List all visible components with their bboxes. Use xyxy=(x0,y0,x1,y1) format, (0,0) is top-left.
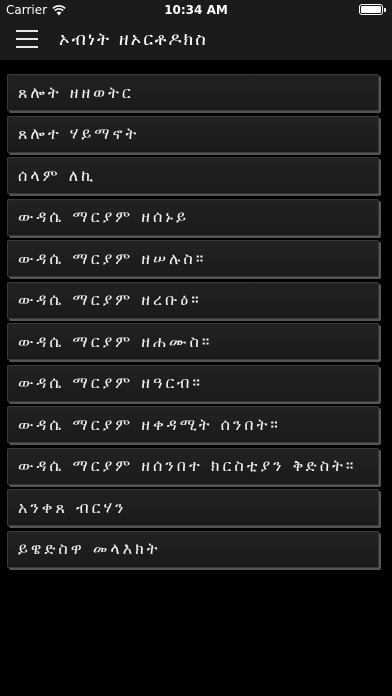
nav-bar: ኦብነት ዘኦርቶዶክስ xyxy=(0,20,392,60)
status-time: 10:34 AM xyxy=(164,3,228,17)
battery-icon xyxy=(359,4,383,15)
list-item[interactable]: ጸሎተ ሃይማኖት xyxy=(7,115,379,153)
list-item[interactable]: ውዳሴ ማርያም ዘሰንበተ ክርስቲያን ቅድስት። xyxy=(7,447,379,485)
hamburger-menu-icon[interactable] xyxy=(16,30,42,50)
list-item[interactable]: ውዳሴ ማርያም ዘሠሉስ። xyxy=(7,240,379,277)
list-item-label: ውዳሴ ማርያም ዘዓርብ። xyxy=(18,373,203,392)
list-item-label: ውዳሴ ማርያም ዘሠሉስ። xyxy=(18,248,207,268)
list-item[interactable]: ውዳሴ ማርያም ዘሰኑይ xyxy=(7,198,379,236)
status-bar: Carrier 10:34 AM xyxy=(0,0,392,20)
battery-nub xyxy=(384,7,386,12)
list-item[interactable]: አንቀጸ ብርሃን xyxy=(7,489,379,526)
list-item[interactable]: ውዳሴ ማርያም ዘረቡዕ። xyxy=(7,281,379,319)
list-item-label: ውዳሴ ማርያም ዘሰንበተ ክርስቲያን ቅድስት። xyxy=(18,456,357,475)
list-item-label: ሰላም ለኪ xyxy=(18,165,97,185)
list-item-label: ውዳሴ ማርያም ዘቀዳሚት ሰንበት። xyxy=(18,414,281,434)
list-item[interactable]: ውዳሴ ማርያም ዘሐሙስ። xyxy=(7,323,379,360)
list-item[interactable]: ሰላም ለኪ xyxy=(7,157,379,194)
list-item[interactable]: ይዌድስዋ መላእክት xyxy=(7,530,379,568)
list-item-label: ጸሎተ ሃይማኖት xyxy=(18,124,140,143)
list-item[interactable]: ውዳሴ ማርያም ዘዓርብ። xyxy=(7,364,379,402)
list-item-label: አንቀጸ ብርሃን xyxy=(18,497,127,517)
list-item-label: ውዳሴ ማርያም ዘሰኑይ xyxy=(18,207,189,226)
list-item-label: ይዌድስዋ መላእክት xyxy=(18,539,161,558)
page-title: ኦብነት ዘኦርቶዶክስ xyxy=(59,29,208,50)
list-item-label: ጸሎት ዘዘወትር xyxy=(18,82,134,102)
list-item[interactable]: ጸሎት ዘዘወትር xyxy=(7,74,379,111)
list-item[interactable]: ውዳሴ ማርያም ዘቀዳሚት ሰንበት። xyxy=(7,406,379,443)
status-right xyxy=(359,4,386,15)
list-item-label: ውዳሴ ማርያም ዘሐሙስ። xyxy=(18,331,213,351)
prayer-list: ጸሎት ዘዘወትር ጸሎተ ሃይማኖት ሰላም ለኪ ውዳሴ ማርያም ዘሰኑይ… xyxy=(7,74,379,572)
list-item-label: ውዳሴ ማርያም ዘረቡዕ። xyxy=(18,290,202,309)
